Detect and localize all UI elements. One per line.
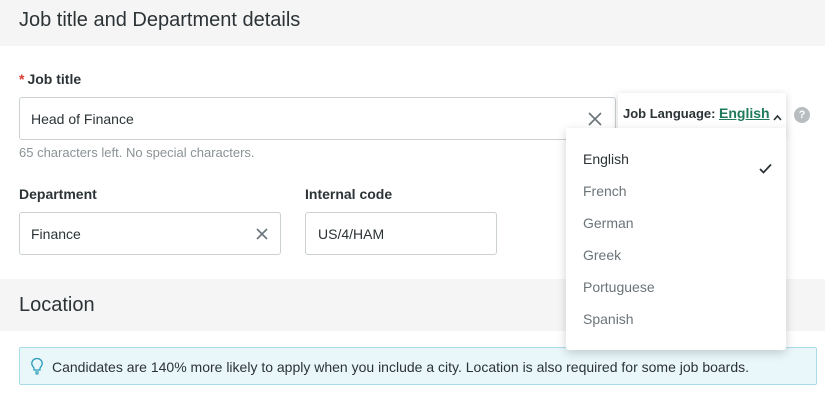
language-option-portuguese[interactable]: Portuguese <box>566 271 786 303</box>
job-language-value[interactable]: English <box>719 105 770 121</box>
language-option-label: English <box>583 151 629 167</box>
language-option-label: Greek <box>583 247 622 263</box>
close-icon[interactable] <box>587 111 603 127</box>
job-title-label: * Job title <box>19 71 81 87</box>
department-select[interactable]: Finance <box>19 212 281 255</box>
job-language-dropdown: English French German Greek Portuguese S… <box>566 128 786 350</box>
job-title-input[interactable]: Head of Finance <box>19 97 616 140</box>
section-title-job-details: Job title and Department details <box>19 9 301 31</box>
section-header-job-details: Job title and Department details <box>0 0 825 46</box>
job-language-label: Job Language: <box>623 106 716 121</box>
language-option-spanish[interactable]: Spanish <box>566 303 786 335</box>
section-title-location: Location <box>19 294 95 316</box>
chevron-up-icon <box>773 109 782 124</box>
language-option-greek[interactable]: Greek <box>566 239 786 271</box>
language-option-label: Portuguese <box>583 279 655 295</box>
job-title-value: Head of Finance <box>31 110 134 127</box>
language-option-label: Spanish <box>583 311 634 327</box>
internal-code-value: US/4/HAM <box>318 225 385 242</box>
department-label: Department <box>19 186 97 202</box>
close-icon[interactable] <box>254 226 270 242</box>
language-option-german[interactable]: German <box>566 207 786 239</box>
department-value: Finance <box>31 225 81 242</box>
language-option-label: French <box>583 183 627 199</box>
required-marker: * <box>19 71 25 87</box>
language-option-english[interactable]: English <box>566 143 786 175</box>
location-tip-text: Candidates are 140% more likely to apply… <box>52 359 750 375</box>
language-option-label: German <box>583 215 634 231</box>
job-title-label-text: Job title <box>27 71 82 87</box>
help-icon[interactable]: ? <box>794 107 810 123</box>
language-option-french[interactable]: French <box>566 175 786 207</box>
job-title-hint: 65 characters left. No special character… <box>19 145 255 160</box>
internal-code-input[interactable]: US/4/HAM <box>305 212 497 255</box>
location-tip-alert: Candidates are 140% more likely to apply… <box>19 347 817 385</box>
lightbulb-icon <box>30 357 44 378</box>
internal-code-label: Internal code <box>305 186 393 202</box>
